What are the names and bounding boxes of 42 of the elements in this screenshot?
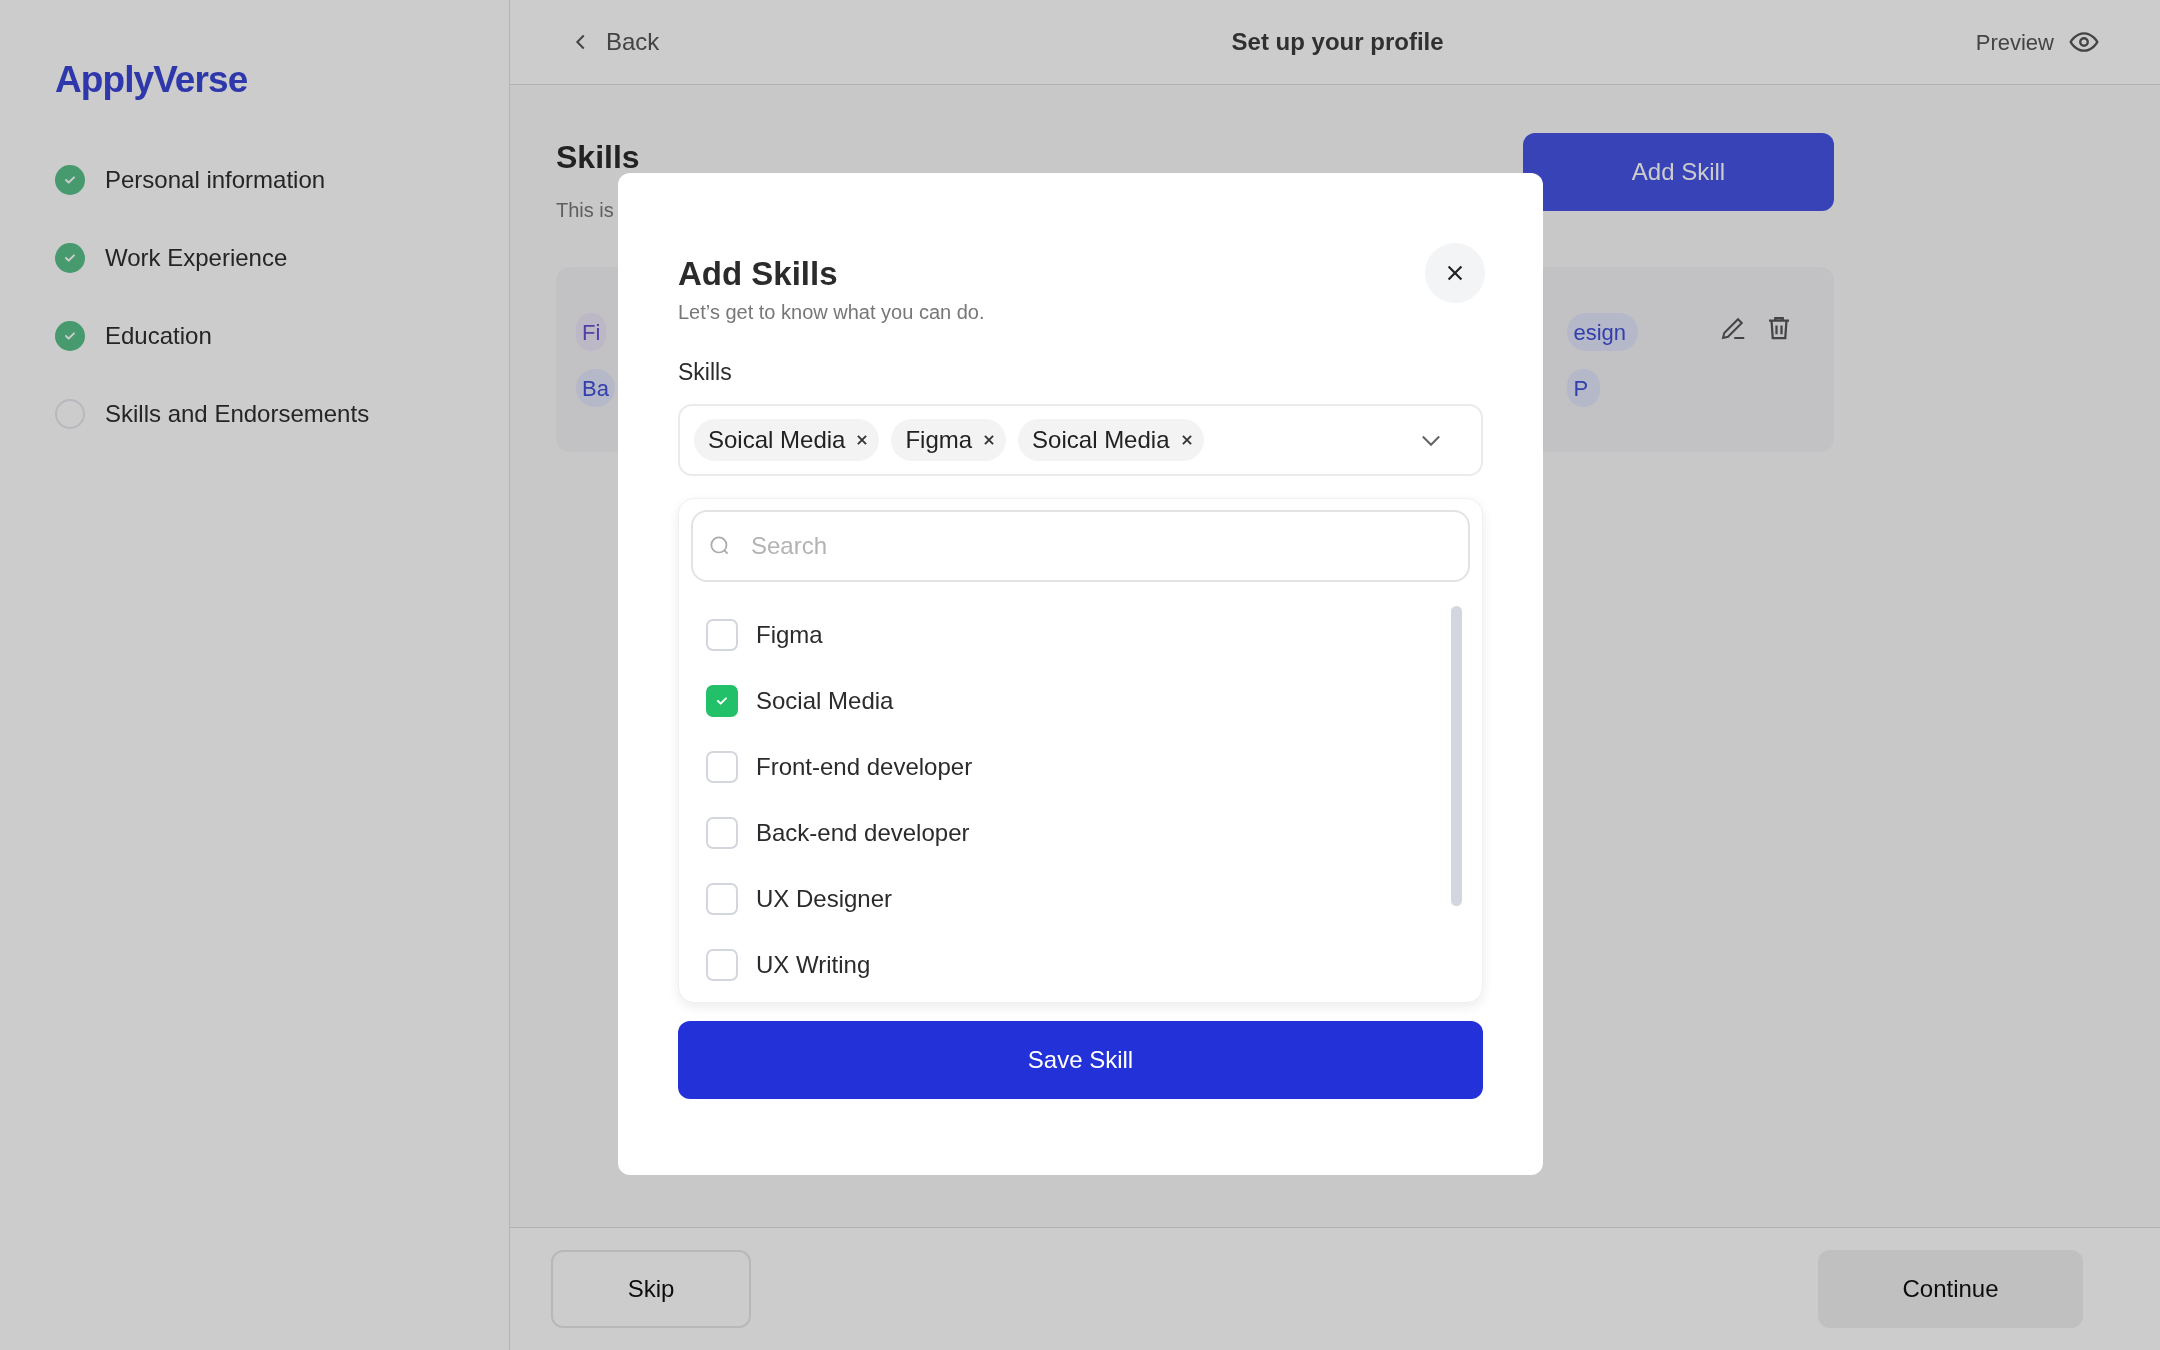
skills-select[interactable]: Soical Media Figma Soical Media: [678, 403, 1483, 476]
skills-label: Skills: [678, 358, 732, 387]
checkbox[interactable]: [706, 816, 738, 849]
scrollbar[interactable]: [1451, 605, 1462, 906]
checkbox[interactable]: [706, 948, 738, 981]
save-skill-button[interactable]: Save Skill: [678, 1020, 1483, 1099]
skill-option[interactable]: UX Designer: [706, 883, 893, 914]
skill-option[interactable]: Figma: [706, 619, 823, 650]
checkbox[interactable]: [706, 684, 738, 717]
app-logo: ApplyVerse: [55, 58, 248, 102]
skill-tag: P: [1567, 369, 1601, 407]
skill-option[interactable]: UX Writing: [706, 949, 871, 980]
section-title: Skills: [556, 138, 640, 177]
remove-icon[interactable]: [982, 432, 997, 447]
skip-button[interactable]: Skip: [551, 1250, 751, 1328]
checkbox[interactable]: [706, 750, 738, 783]
skill-option[interactable]: Front-end developer: [706, 751, 973, 782]
skill-tag: Ba: [576, 369, 615, 407]
checkbox[interactable]: [706, 882, 738, 915]
preview-button[interactable]: Preview: [1975, 25, 2100, 59]
dialog-subtitle: Let’s get to know what you can do.: [678, 300, 986, 325]
step-label[interactable]: Skills and Endorsements: [105, 395, 370, 432]
add-skill-button[interactable]: Add Skill: [1523, 133, 1834, 211]
chip-label: Soical Media: [708, 424, 846, 455]
page-title: Set up your profile: [1231, 27, 1444, 57]
section-description: This is: [556, 198, 615, 223]
skill-tag: Fi: [576, 313, 607, 351]
skill-tag: esign: [1567, 313, 1638, 351]
dialog-title: Add Skills: [678, 254, 838, 294]
skill-option[interactable]: Social Media: [706, 685, 894, 716]
remove-icon[interactable]: [855, 432, 870, 447]
chip-label: Figma: [905, 424, 973, 455]
skill-option[interactable]: Back-end developer: [706, 817, 970, 848]
chip-label: Soical Media: [1032, 424, 1170, 455]
step-label[interactable]: Education: [105, 317, 212, 354]
continue-button[interactable]: Continue: [1818, 1250, 2083, 1328]
search-field[interactable]: Search: [691, 509, 1470, 582]
step-label[interactable]: Work Experience: [105, 239, 288, 276]
step-label[interactable]: Personal information: [105, 161, 326, 198]
remove-icon[interactable]: [1179, 432, 1194, 447]
checkbox[interactable]: [706, 618, 738, 651]
back-button[interactable]: Back: [570, 24, 660, 60]
